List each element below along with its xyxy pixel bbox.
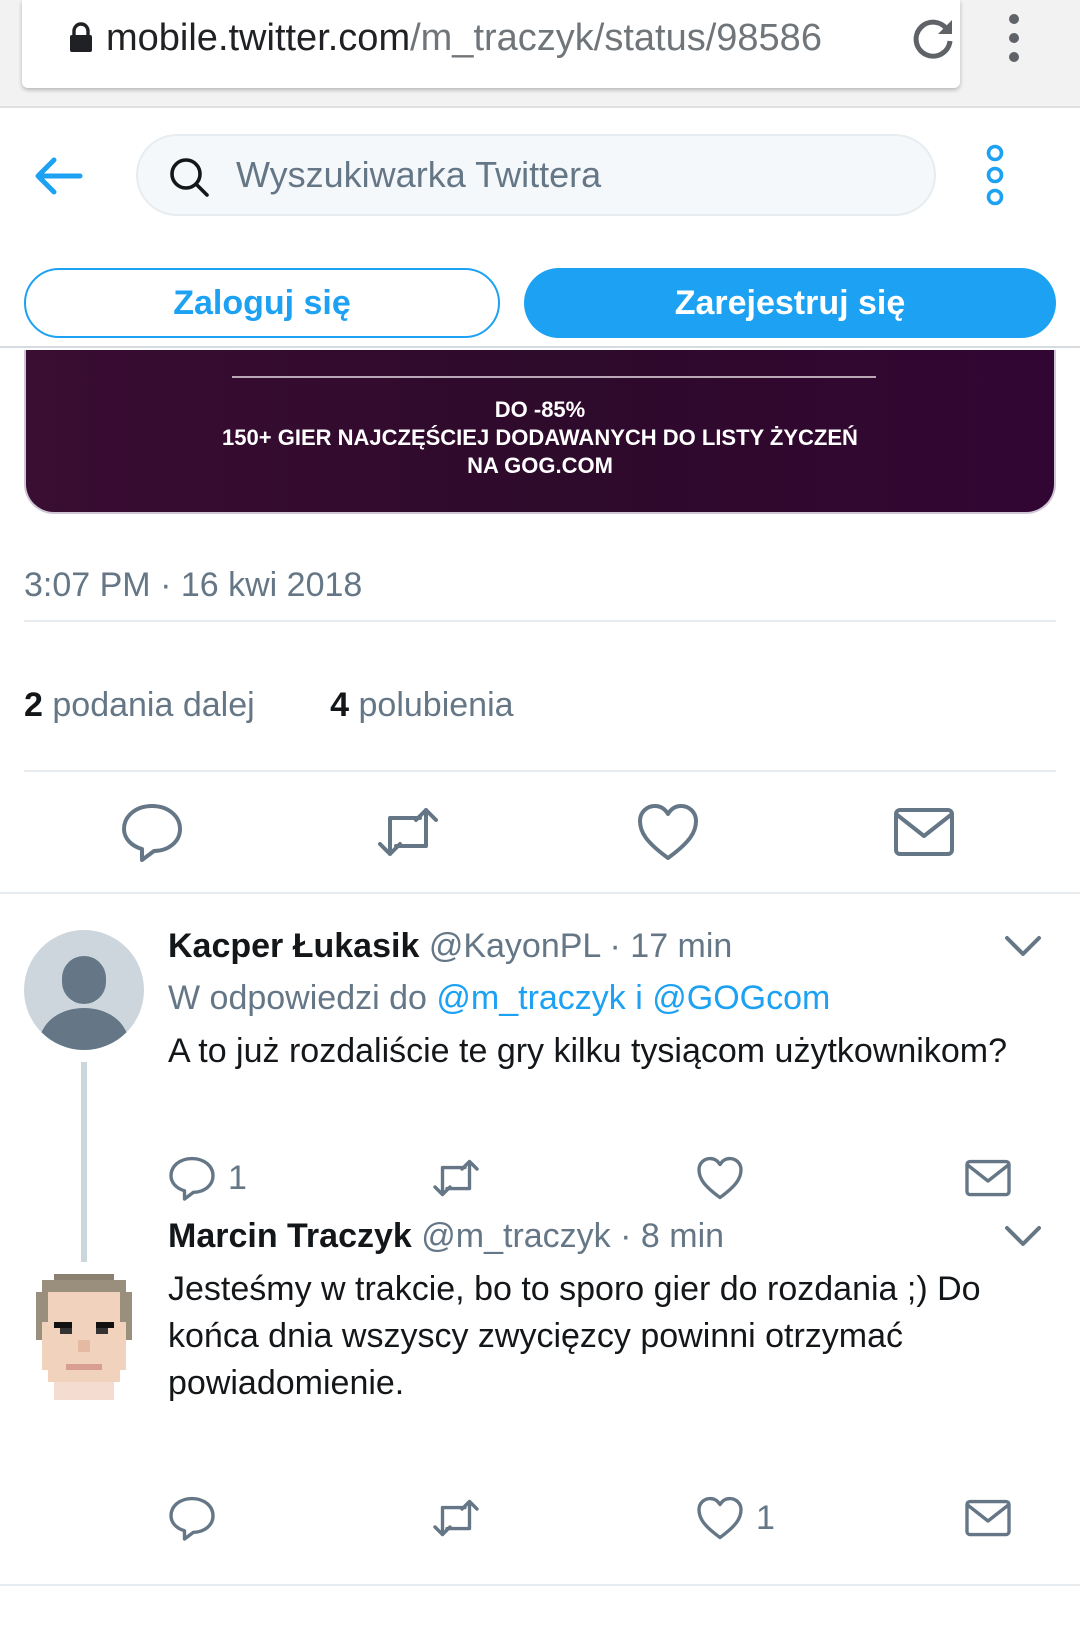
retweets-count: 2	[24, 686, 43, 724]
lock-icon	[70, 22, 92, 52]
divider	[0, 1584, 1080, 1586]
thread-line	[81, 1062, 87, 1262]
tweet-media-card[interactable]: DO -85% 150+ GIER NAJCZĘŚCIEJ DODAWANYCH…	[24, 350, 1056, 514]
back-arrow-icon[interactable]	[30, 148, 86, 204]
reply-context: W odpowiedzi do @m_traczyk i @GOGcom	[168, 976, 1048, 1020]
default-avatar-icon	[38, 956, 130, 1050]
chevron-down-icon[interactable]	[1004, 1224, 1042, 1248]
like-icon	[697, 1496, 743, 1540]
reply-header: Marcin Traczyk @m_traczyk · 8 min	[168, 1214, 1048, 1258]
retweet-button[interactable]	[432, 1490, 480, 1546]
reply-action-bar: 1	[168, 1490, 1058, 1546]
like-count: 1	[756, 1498, 775, 1537]
address-bar[interactable]: mobile.twitter.com/m_traczyk/status/9858…	[22, 0, 960, 88]
chevron-down-icon[interactable]	[1004, 934, 1042, 958]
reply-tweet[interactable]: Kacper Łukasik @KayonPL · 17 min W odpow…	[168, 924, 1048, 1075]
like-button[interactable]: 1	[696, 1490, 775, 1546]
reply-text: Jesteśmy w trakcie, bo to sporo gier do …	[168, 1270, 981, 1402]
like-icon	[697, 1156, 743, 1200]
twitter-header: Zaloguj się Zarejestruj się	[0, 108, 1080, 348]
promo-text: DO -85% 150+ GIER NAJCZĘŚCIEJ DODAWANYCH…	[26, 396, 1054, 480]
browser-toolbar: mobile.twitter.com/m_traczyk/status/9858…	[0, 0, 1080, 108]
reply-time: · 8 min	[620, 1217, 725, 1255]
url-path: /m_traczyk/status/98586	[410, 17, 822, 59]
reply-time: · 17 min	[609, 927, 733, 965]
likes-label: polubienia	[358, 686, 514, 724]
tweet-timestamp[interactable]: 3:07 PM · 16 kwi 2018	[24, 566, 362, 605]
message-icon	[965, 1499, 1011, 1537]
likes-stat[interactable]: 4 polubienia	[330, 686, 513, 724]
message-icon[interactable]	[892, 800, 956, 864]
search-input[interactable]	[236, 150, 916, 200]
login-button[interactable]: Zaloguj się	[24, 268, 500, 338]
reply-text: A to już rozdaliście te gry kilku tysiąc…	[168, 1032, 1007, 1070]
divider	[24, 770, 1056, 772]
promo-divider	[232, 376, 876, 378]
avatar-pixel-face[interactable]	[30, 1274, 138, 1400]
url-text[interactable]: mobile.twitter.com/m_traczyk/status/9858…	[106, 14, 886, 62]
retweet-icon[interactable]	[376, 800, 440, 864]
reply-author-handle[interactable]: @m_traczyk	[421, 1217, 610, 1255]
more-options-icon[interactable]	[984, 144, 1006, 206]
retweets-label: podania dalej	[52, 686, 255, 724]
avatar-default[interactable]	[24, 930, 144, 1050]
tweet-action-bar	[0, 790, 1080, 890]
retweet-icon	[433, 1499, 479, 1537]
reply-action-bar: 1	[168, 1150, 1058, 1206]
promo-line-2: 150+ GIER NAJCZĘŚCIEJ DODAWANYCH DO LIST…	[222, 425, 858, 450]
like-icon[interactable]	[636, 800, 700, 864]
reply-icon	[169, 1496, 215, 1541]
divider	[24, 620, 1056, 622]
url-host: mobile.twitter.com	[106, 17, 411, 59]
retweet-icon	[433, 1159, 479, 1197]
retweets-stat[interactable]: 2 podania dalej	[24, 686, 255, 724]
reply-header: Kacper Łukasik @KayonPL · 17 min	[168, 924, 1048, 968]
section-divider	[0, 892, 1080, 894]
reload-icon[interactable]	[908, 14, 958, 64]
promo-line-3: NA GOG.COM	[467, 453, 613, 478]
reply-prefix: W odpowiedzi do	[168, 979, 427, 1017]
search-icon	[170, 158, 209, 197]
reply-tweet[interactable]: Marcin Traczyk @m_traczyk · 8 min Jesteś…	[168, 1214, 1048, 1407]
promo-line-1: DO -85%	[494, 397, 586, 422]
likes-count: 4	[330, 686, 350, 724]
signup-button[interactable]: Zarejestruj się	[524, 268, 1056, 338]
search-box[interactable]	[136, 134, 936, 216]
reply-icon[interactable]	[120, 800, 184, 864]
retweet-button[interactable]	[432, 1150, 480, 1206]
reply-author-name[interactable]: Kacper Łukasik	[168, 927, 419, 965]
message-button[interactable]	[964, 1150, 1012, 1206]
message-button[interactable]	[964, 1490, 1012, 1546]
browser-menu-icon[interactable]	[1004, 12, 1024, 64]
reply-mentions[interactable]: @m_traczyk i @GOGcom	[436, 979, 830, 1017]
reply-button[interactable]	[168, 1490, 228, 1546]
reply-author-name[interactable]: Marcin Traczyk	[168, 1217, 412, 1255]
reply-icon	[169, 1156, 215, 1201]
like-button[interactable]	[696, 1150, 756, 1206]
message-icon	[965, 1159, 1011, 1197]
reply-author-handle[interactable]: @KayonPL	[429, 927, 600, 965]
reply-count: 1	[228, 1158, 247, 1197]
reply-button[interactable]: 1	[168, 1150, 247, 1206]
tweet-stats: 2 podania dalej 4 polubienia	[24, 686, 580, 725]
